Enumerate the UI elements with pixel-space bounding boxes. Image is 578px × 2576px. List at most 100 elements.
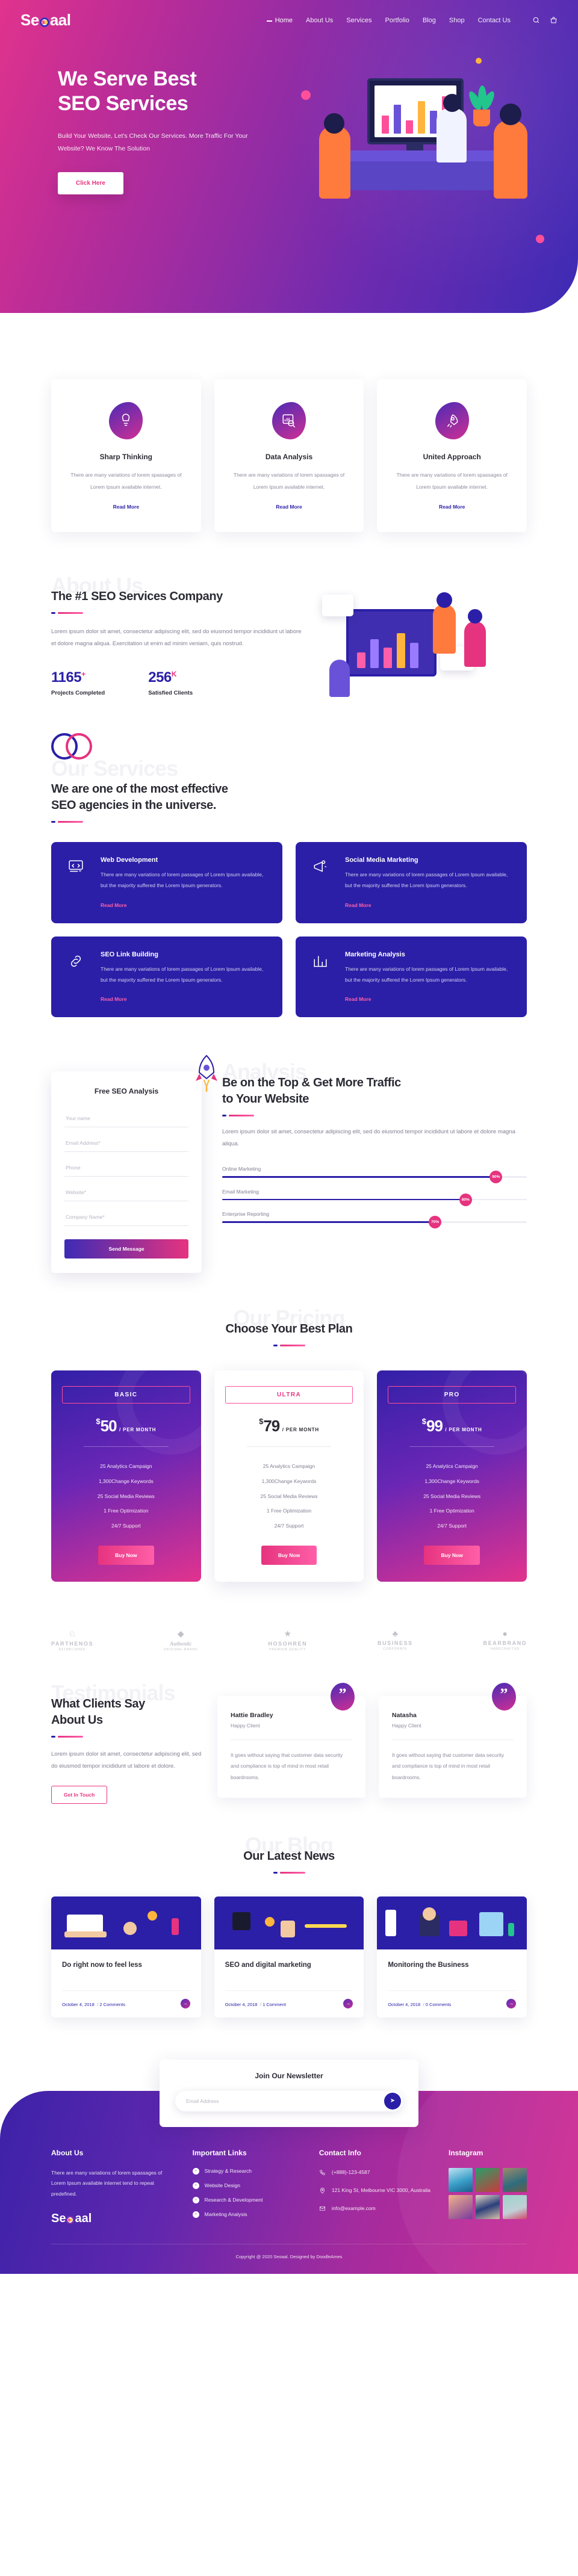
footer-instagram-column: Instagram	[448, 2149, 527, 2226]
instagram-thumb[interactable]	[475, 2167, 500, 2192]
skill-track: 70%	[222, 1216, 527, 1229]
footer-logo[interactable]: Se aal	[51, 2212, 175, 2226]
plan-period: / PER MONTH	[282, 1427, 319, 1433]
blog-post-title[interactable]: Do right now to feel less	[62, 1960, 190, 1981]
blog-meta: October 4, 2018 / 0 Comments →	[388, 1990, 517, 2009]
arrow-right-icon[interactable]: →	[506, 1998, 517, 2008]
blog-card-2[interactable]: SEO and digital marketing October 4, 201…	[214, 1896, 364, 2017]
blog-card-1[interactable]: Do right now to feel less October 4, 201…	[51, 1896, 201, 2017]
service-card-marketing-analysis[interactable]: Marketing Analysis There are many variat…	[296, 936, 527, 1018]
instagram-thumb[interactable]	[502, 2194, 527, 2219]
blog-meta: October 4, 2018 / 1 Comment →	[225, 1990, 353, 2009]
nav-item-portfolio[interactable]: Portfolio	[385, 17, 409, 24]
feature-card-sharp-thinking[interactable]: Sharp Thinking There are many variations…	[51, 379, 201, 533]
blog-thumbnail	[51, 1896, 201, 1949]
site-logo[interactable]: Se aal	[20, 11, 71, 29]
buy-now-button[interactable]: Buy Now	[424, 1545, 480, 1565]
hero-section: Se aal Home About Us Services Portfolio B…	[0, 0, 578, 313]
about-text: Lorem ipsum dolor sit amet, consectetur …	[51, 628, 302, 648]
form-input-company[interactable]	[64, 1209, 188, 1227]
form-input-phone[interactable]	[64, 1159, 188, 1177]
stat-suffix: +	[81, 669, 85, 678]
blog-meta: October 4, 2018 / 2 Comments →	[62, 1990, 190, 2009]
chevron-right-icon: ›	[192, 2196, 199, 2203]
feature-card-united-approach[interactable]: United Approach There are many variation…	[377, 379, 527, 533]
feature-card-data-analysis[interactable]: Data Analysis There are many variations …	[214, 379, 364, 533]
plan-price: $50 / PER MONTH	[62, 1417, 190, 1435]
service-card-seo-link-building[interactable]: SEO Link Building There are many variati…	[51, 936, 282, 1018]
service-read-more-link[interactable]: Read More	[345, 996, 371, 1002]
plan-feature: 25 Analytics Campaign	[100, 1463, 152, 1470]
feature-read-more-link[interactable]: Read More	[113, 504, 139, 510]
hero-subtitle: Build Your Website, Let's Check Our Serv…	[58, 132, 248, 152]
send-icon[interactable]: ➤	[384, 2092, 401, 2110]
footer-link-item[interactable]: › Website Design	[192, 2182, 301, 2189]
plan-feature: 1 Free Optimization	[266, 1508, 312, 1514]
form-input-website[interactable]	[64, 1184, 188, 1202]
hero-cta-button[interactable]: Click Here	[58, 172, 123, 194]
footer-contact-item[interactable]: (+888)-123-4587	[319, 2168, 430, 2177]
nav-item-home[interactable]: Home	[266, 17, 293, 24]
send-message-button[interactable]: Send Message	[64, 1239, 188, 1259]
skill-fill	[222, 1198, 466, 1201]
buy-now-button[interactable]: Buy Now	[261, 1545, 317, 1565]
feature-read-more-link[interactable]: Read More	[439, 504, 465, 510]
analysis-text: Lorem ipsum dolor sit amet, consectetur …	[222, 1129, 515, 1148]
hero-illustration	[295, 36, 554, 277]
service-read-more-link[interactable]: Read More	[101, 996, 126, 1002]
pricing-card-ultra[interactable]: ULTRA $79 / PER MONTH 25 Analytics Campa…	[214, 1370, 364, 1582]
pricing-card-basic[interactable]: BASIC $50 / PER MONTH 25 Analytics Campa…	[51, 1370, 201, 1582]
nav-item-shop[interactable]: Shop	[449, 17, 465, 24]
mail-icon	[319, 2206, 325, 2211]
blog-post-title[interactable]: SEO and digital marketing	[225, 1960, 353, 1981]
nav-item-blog[interactable]: Blog	[423, 17, 436, 24]
rocket-icon	[435, 402, 469, 439]
logo-text-post: aal	[49, 11, 71, 29]
service-card-web-development[interactable]: Web Development There are many variation…	[51, 842, 282, 923]
buy-now-button[interactable]: Buy Now	[98, 1545, 154, 1565]
plan-feature: 1,300Change Keywords	[98, 1478, 154, 1485]
feature-text: There are many variations of lorem spass…	[70, 472, 182, 490]
nav-item-services[interactable]: Services	[346, 17, 371, 24]
footer-link-item[interactable]: › Marketing Analysis	[192, 2211, 301, 2218]
search-icon[interactable]	[532, 16, 540, 24]
brand-name: HOSOHREN	[268, 1640, 308, 1647]
footer-contact-item[interactable]: info@example.com	[319, 2204, 430, 2213]
stat-number: 1165	[51, 669, 82, 686]
footer-links-title: Important Links	[192, 2148, 247, 2157]
service-card-social-media-marketing[interactable]: Social Media Marketing There are many va…	[296, 842, 527, 923]
newsletter-email-input[interactable]	[175, 2090, 403, 2111]
instagram-thumb[interactable]	[475, 2194, 500, 2219]
illustration-bubble-3	[476, 58, 482, 64]
feature-read-more-link[interactable]: Read More	[276, 504, 302, 510]
plan-period: / PER MONTH	[119, 1427, 157, 1433]
nav-item-about-us[interactable]: About Us	[306, 17, 333, 24]
blog-post-title[interactable]: Monitoring the Business	[388, 1960, 516, 1981]
get-in-touch-button[interactable]: Get In Touch	[51, 1785, 108, 1804]
hero-content: We Serve Best SEO Services Build Your We…	[0, 29, 283, 194]
form-input-email[interactable]	[64, 1135, 188, 1153]
instagram-thumb[interactable]	[502, 2167, 527, 2192]
pricing-card-pro[interactable]: PRO $99 / PER MONTH 25 Analytics Campaig…	[377, 1370, 527, 1582]
plan-name: BASIC	[62, 1386, 190, 1404]
instagram-thumb[interactable]	[448, 2167, 473, 2192]
location-icon	[320, 2187, 325, 2194]
testimonial-name: Natasha	[392, 1711, 417, 1719]
footer-contact-item[interactable]: 121 King St, Melbourne VIC 3000, Austral…	[319, 2186, 430, 2195]
copyright-text: Copyright @ 2020 Seoaal. Designed by Doo…	[51, 2244, 527, 2259]
footer-logo-pre: Se	[51, 2212, 66, 2226]
form-input-name[interactable]	[64, 1110, 188, 1128]
footer-link-item[interactable]: › Strategy & Research	[192, 2167, 301, 2175]
footer-link-item[interactable]: › Research & Development	[192, 2196, 301, 2203]
analysis-title: Be on the Top & Get More Traffic to Your…	[222, 1075, 527, 1107]
blog-card-3[interactable]: Monitoring the Business October 4, 2018 …	[377, 1896, 527, 2017]
arrow-right-icon[interactable]: →	[343, 1998, 353, 2008]
bag-icon[interactable]	[550, 16, 558, 24]
stat-projects-completed: 1165+ Projects Completed	[51, 669, 105, 696]
instagram-thumb[interactable]	[448, 2194, 473, 2219]
service-read-more-link[interactable]: Read More	[101, 902, 126, 908]
service-read-more-link[interactable]: Read More	[345, 902, 371, 908]
chevron-right-icon: ›	[192, 2167, 199, 2175]
nav-item-contact-us[interactable]: Contact Us	[478, 17, 511, 24]
arrow-right-icon[interactable]: →	[180, 1998, 190, 2008]
